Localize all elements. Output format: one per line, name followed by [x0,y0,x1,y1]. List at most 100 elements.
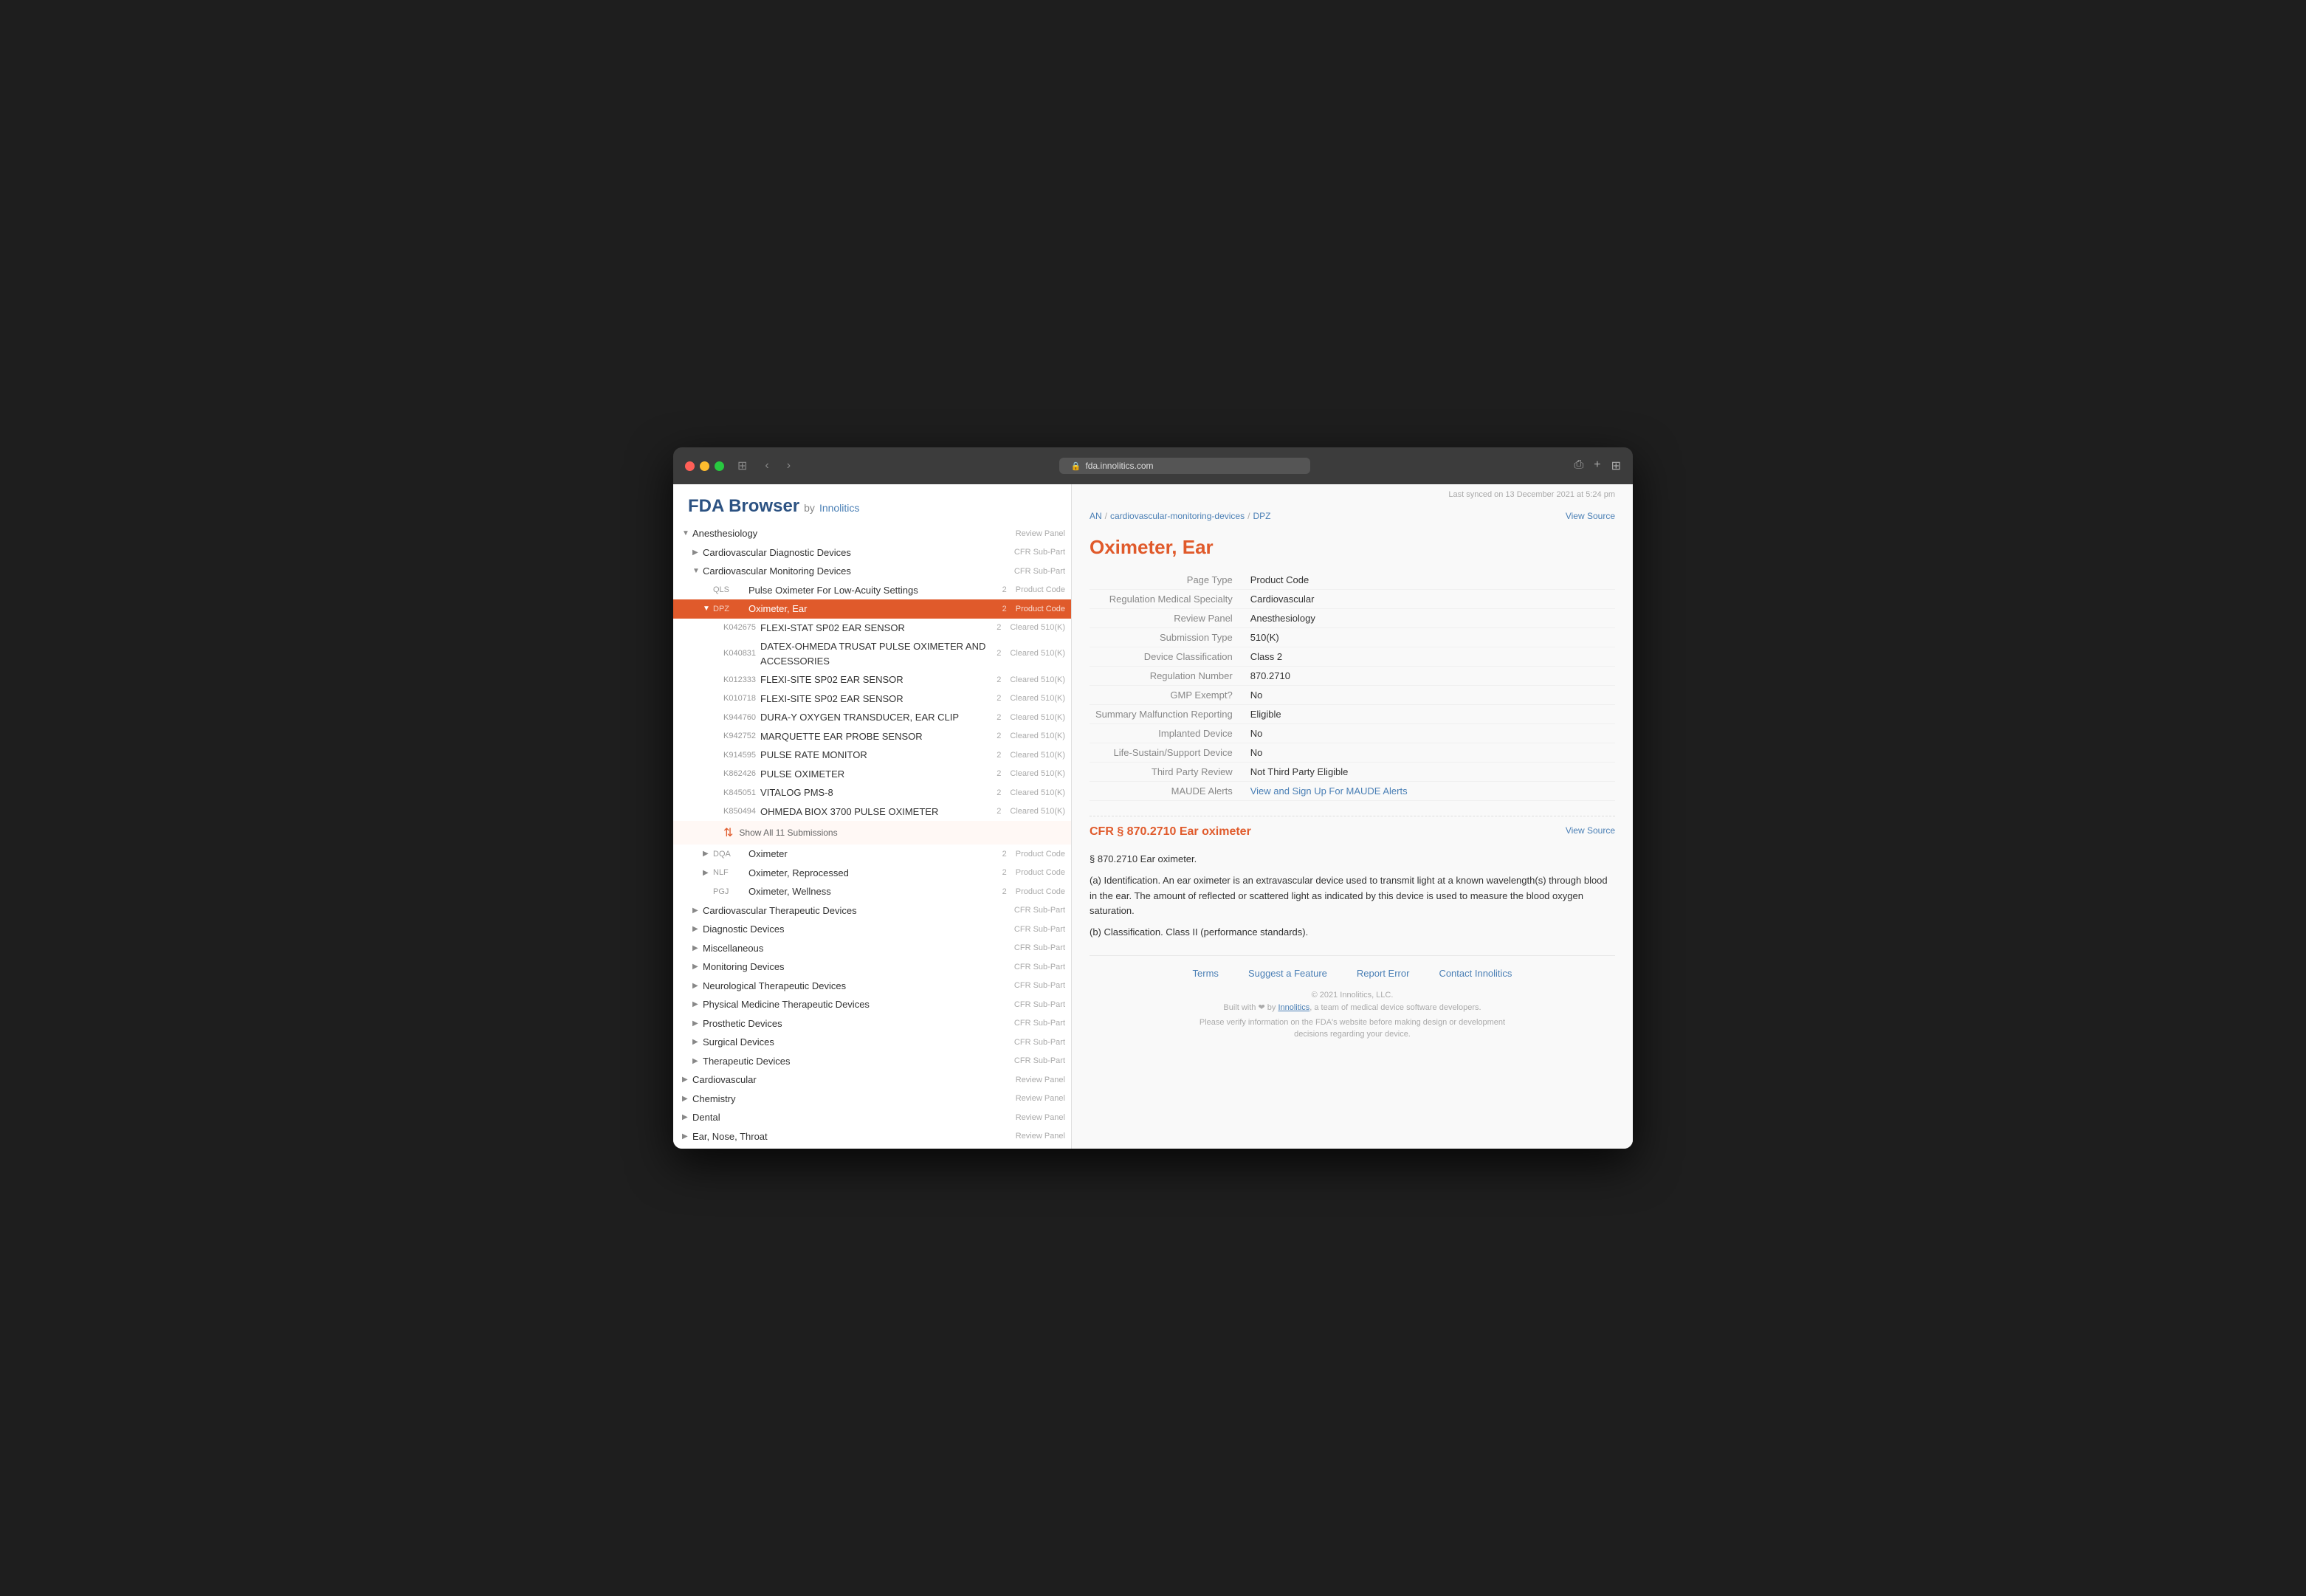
tree-item-k012333[interactable]: K012333FLEXI-SITE SP02 EAR SENSOR2Cleare… [673,670,1071,689]
breadcrumb: AN / cardiovascular-monitoring-devices /… [1090,511,1270,521]
app-header: FDA Browser by Innolitics [673,484,1071,524]
tree-item-anesthesiology[interactable]: ▼AnesthesiologyReview Panel [673,524,1071,543]
tree-item-k850494[interactable]: K850494OHMEDA BIOX 3700 PULSE OXIMETER2C… [673,802,1071,822]
tree-item-pgj[interactable]: PGJOximeter, Wellness2Product Code [673,882,1071,901]
title-bar: ⊞ ‹ › 🔒 fda.innolitics.com ⎙ + ⊞ [673,447,1633,484]
tree-item-dpz[interactable]: ▼DPZOximeter, Ear2Product Code [673,599,1071,619]
tree-item-prosthetic-devices[interactable]: ▶Prosthetic DevicesCFR Sub-Part [673,1014,1071,1033]
tree-type: CFR Sub-Part [1008,1036,1065,1049]
tree-item-dental[interactable]: ▶DentalReview Panel [673,1108,1071,1127]
tree-item-k944760[interactable]: K944760DURA-Y OXYGEN TRANSDUCER, EAR CLI… [673,708,1071,727]
tree-badge: 2 [997,674,1001,687]
tree-item-k914595[interactable]: K914595PULSE RATE MONITOR2Cleared 510(K) [673,746,1071,765]
tree-type: Cleared 510(K) [1004,692,1065,705]
tree-badge: 2 [1002,603,1007,616]
tree-label: Physical Medicine Therapeutic Devices [703,997,1008,1012]
tree-arrow: ▶ [692,1056,703,1067]
back-button[interactable]: ‹ [760,458,773,474]
tree-item-cardiovascular-diagnostic[interactable]: ▶Cardiovascular Diagnostic DevicesCFR Su… [673,543,1071,563]
tree-item-monitoring-devices[interactable]: ▶Monitoring DevicesCFR Sub-Part [673,957,1071,977]
detail-row: Device ClassificationClass 2 [1090,647,1615,667]
breadcrumb-dpz[interactable]: DPZ [1253,511,1270,521]
tree-arrow: ▶ [703,848,713,859]
tree-item-cardiovascular[interactable]: ▶CardiovascularReview Panel [673,1070,1071,1090]
breadcrumb-an[interactable]: AN [1090,511,1102,521]
forward-button[interactable]: › [782,458,795,474]
tree-type: CFR Sub-Part [1008,999,1065,1011]
address-bar[interactable]: 🔒 fda.innolitics.com [1059,458,1310,474]
tree-item-k042675[interactable]: K042675FLEXI-STAT SP02 EAR SENSOR2Cleare… [673,619,1071,638]
tree-arrow: ▼ [682,528,692,539]
address-bar-wrap: 🔒 fda.innolitics.com [804,458,1565,474]
app-title-by: by [804,502,815,514]
tree-item-ear-nose-throat[interactable]: ▶Ear, Nose, ThroatReview Panel [673,1127,1071,1146]
tree-item-surgical-devices[interactable]: ▶Surgical DevicesCFR Sub-Part [673,1033,1071,1052]
detail-label: GMP Exempt? [1090,686,1245,705]
tree-label: FLEXI-SITE SP02 EAR SENSOR [760,673,997,687]
tree-label: Pulse Oximeter For Low-Acuity Settings [748,583,1002,598]
maximize-button[interactable] [715,461,724,471]
detail-label: Life-Sustain/Support Device [1090,743,1245,763]
sidebar-toggle-button[interactable]: ⊞ [733,457,751,475]
grid-icon[interactable]: ⊞ [1611,458,1621,473]
tree-code: K942752 [723,730,756,743]
footer-link-contact[interactable]: Contact Innolitics [1439,968,1512,979]
app-title: FDA Browser [688,496,799,517]
new-tab-icon[interactable]: + [1594,458,1600,473]
view-source-link-top[interactable]: View Source [1566,511,1615,521]
detail-label: Page Type [1090,571,1245,590]
tree-code: QLS [713,584,744,596]
cfr-paragraphs: § 870.2710 Ear oximeter.(a) Identificati… [1090,852,1615,940]
tree-type: CFR Sub-Part [1008,961,1065,974]
tree-item-nlf[interactable]: ▶NLFOximeter, Reprocessed2Product Code [673,864,1071,883]
tree-item-k040831[interactable]: K040831DATEX-OHMEDA TRUSAT PULSE OXIMETE… [673,637,1071,670]
tree-arrow: ▶ [692,923,703,935]
share-icon[interactable]: ⎙ [1574,458,1583,473]
tree-code: PGJ [713,886,744,898]
footer-link-terms[interactable]: Terms [1193,968,1219,979]
tree-item-gastroenterology[interactable]: ▶Gastroenterology and UrologyReview Pane… [673,1146,1071,1149]
tree-code: DQA [713,848,744,861]
tree-item-cardiovascular-therapeutic[interactable]: ▶Cardiovascular Therapeutic DevicesCFR S… [673,901,1071,921]
detail-row: Third Party ReviewNot Third Party Eligib… [1090,763,1615,782]
tree-item-cardiovascular-monitoring[interactable]: ▼Cardiovascular Monitoring DevicesCFR Su… [673,562,1071,581]
breadcrumb-cardiovascular[interactable]: cardiovascular-monitoring-devices [1110,511,1245,521]
tree-item-diagnostic-devices[interactable]: ▶Diagnostic DevicesCFR Sub-Part [673,920,1071,939]
tree-item-qls[interactable]: QLS Pulse Oximeter For Low-Acuity Setting… [673,581,1071,600]
tree-code: K850494 [723,805,756,818]
tree-item-k942752[interactable]: K942752MARQUETTE EAR PROBE SENSOR2Cleare… [673,727,1071,746]
tree-label: Cardiovascular Therapeutic Devices [703,904,1008,918]
tree-type: Product Code [1010,584,1065,596]
tree-item-physical-medicine[interactable]: ▶Physical Medicine Therapeutic DevicesCF… [673,995,1071,1014]
tree-item-miscellaneous[interactable]: ▶MiscellaneousCFR Sub-Part [673,939,1071,958]
innolitics-link[interactable]: Innolitics [1278,1003,1309,1012]
url-text: fda.innolitics.com [1085,461,1153,471]
tree-type: CFR Sub-Part [1008,942,1065,954]
tree-type: Cleared 510(K) [1004,622,1065,634]
tree-item-chemistry[interactable]: ▶ChemistryReview Panel [673,1090,1071,1109]
tree-label: Prosthetic Devices [703,1017,1008,1031]
tree-item-dqa[interactable]: ▶DQAOximeter2Product Code [673,845,1071,864]
tree-item-k010718[interactable]: K010718FLEXI-SITE SP02 EAR SENSOR2Cleare… [673,689,1071,709]
tree-item-k862426[interactable]: K862426PULSE OXIMETER2Cleared 510(K) [673,765,1071,784]
tree-badge: 2 [997,805,1001,818]
footer-link-suggest-feature[interactable]: Suggest a Feature [1248,968,1327,979]
tree-item-neurological-therapeutic[interactable]: ▶Neurological Therapeutic DevicesCFR Sub… [673,977,1071,996]
tree-label: DURA-Y OXYGEN TRANSDUCER, EAR CLIP [760,710,997,725]
tree-item-k845051[interactable]: K845051VITALOG PMS-82Cleared 510(K) [673,783,1071,802]
cfr-paragraph: § 870.2710 Ear oximeter. [1090,852,1615,867]
view-source-link-cfr[interactable]: View Source [1566,825,1615,836]
show-all-row[interactable]: ⇅Show All 11 Submissions [673,821,1071,845]
lock-icon: 🔒 [1071,461,1081,471]
minimize-button[interactable] [700,461,709,471]
tree-type: Cleared 510(K) [1004,674,1065,687]
tree-type: Cleared 510(K) [1004,730,1065,743]
tree-item-therapeutic-devices[interactable]: ▶Therapeutic DevicesCFR Sub-Part [673,1052,1071,1071]
right-panel-inner: AN / cardiovascular-monitoring-devices /… [1072,499,1633,1053]
tree-label: Diagnostic Devices [703,922,1008,937]
footer-link-report-error[interactable]: Report Error [1357,968,1410,979]
close-button[interactable] [685,461,695,471]
expand-icon: ⇅ [723,825,733,840]
tree-label: Oximeter, Reprocessed [748,866,1002,881]
maude-alerts-link[interactable]: View and Sign Up For MAUDE Alerts [1250,785,1408,797]
